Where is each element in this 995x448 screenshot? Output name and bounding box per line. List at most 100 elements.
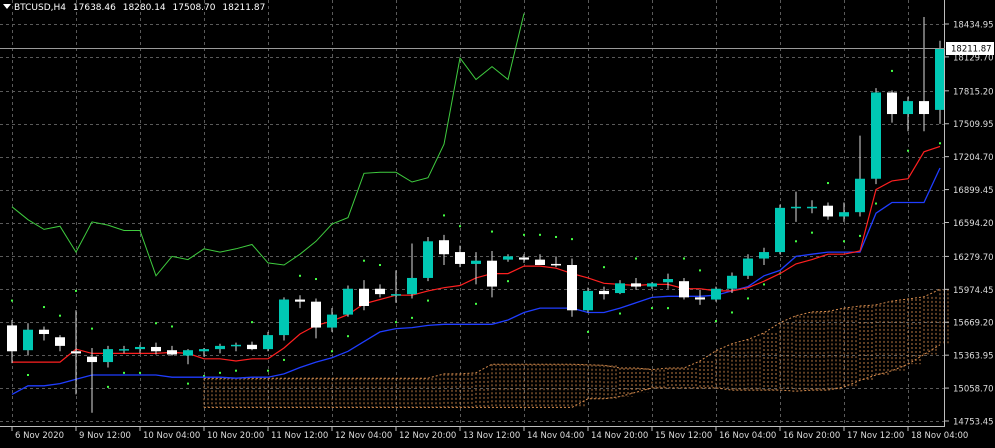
candle-body (7, 325, 17, 352)
candle-body (759, 252, 769, 259)
sar-dot (667, 307, 669, 310)
candle (679, 277, 689, 300)
chart-header: BTCUSD,H4 17638.46 18280.14 17508.70 182… (3, 3, 265, 13)
candle-body (695, 297, 705, 300)
time-tick-label: 16 Nov 20:00 (783, 431, 840, 441)
sar-dot (347, 335, 349, 338)
time-tick-label: 11 Nov 12:00 (271, 431, 328, 441)
candle-body (647, 283, 657, 287)
candle-body (263, 335, 273, 350)
header-high: 18280.14 (123, 3, 166, 13)
sar-dot (715, 320, 717, 323)
chart-window[interactable]: 18434.95 18129.70 17815.20 17509.95 17204.70… (0, 0, 995, 444)
price-tick-label: 15363.95 (953, 352, 994, 362)
candle-body (855, 178, 865, 213)
sar-dot (363, 259, 365, 262)
time-tick-label: 16 Nov 04:00 (719, 431, 776, 441)
sar-dot (491, 230, 493, 233)
sar-dot (411, 316, 413, 319)
price-tick-label: 15669.20 (953, 319, 994, 329)
time-tick-label: 17 Nov 12:00 (847, 431, 904, 441)
sar-dot (619, 312, 621, 315)
sar-dot (651, 307, 653, 310)
candle-body (279, 299, 289, 336)
candle-body (39, 329, 49, 335)
price-tick-label: 15058.70 (953, 385, 994, 395)
sar-dot (795, 240, 797, 243)
candle-body (503, 256, 513, 260)
sar-dot (427, 299, 429, 302)
sar-dot (539, 233, 541, 236)
sar-dot (827, 182, 829, 185)
price-tick-label: 17204.70 (953, 153, 994, 163)
price-tick-label: 15974.45 (953, 286, 994, 296)
price-tick-label: 18434.95 (953, 21, 994, 31)
sar-dot (395, 321, 397, 324)
candle-body (519, 257, 529, 260)
candle-body (711, 288, 721, 300)
sar-dot (859, 234, 861, 237)
candle-body (599, 290, 609, 295)
candle-body (919, 101, 929, 115)
sar-dot (731, 311, 733, 314)
price-tick-label: 17509.95 (953, 120, 994, 130)
candle-body (727, 275, 737, 289)
candle-body (295, 299, 305, 302)
sar-dot (875, 202, 877, 205)
sar-dot (91, 327, 93, 330)
sar-dot (603, 266, 605, 269)
candle-body (231, 344, 241, 347)
chart-background (0, 0, 995, 444)
sar-dot (907, 149, 909, 152)
candle-body (455, 252, 465, 264)
candle-body (551, 263, 561, 266)
sar-dot (811, 231, 813, 234)
time-tick-label: 13 Nov 12:00 (463, 431, 520, 441)
candle-body (567, 265, 577, 311)
candle-body (87, 356, 97, 363)
sar-dot (459, 225, 461, 228)
time-tick-label: 14 Nov 04:00 (527, 431, 584, 441)
candle-body (103, 349, 113, 363)
sar-dot (635, 257, 637, 260)
sar-dot (107, 385, 109, 388)
sar-dot (43, 306, 45, 309)
candle-body (743, 258, 753, 276)
header-low: 17508.70 (173, 3, 216, 13)
time-tick-label: 10 Nov 04:00 (143, 431, 200, 441)
sar-dot (555, 235, 557, 238)
candle-body (439, 240, 449, 255)
sar-dot (267, 369, 269, 372)
header-symbol: BTCUSD,H4 (14, 3, 66, 13)
candle-body (183, 350, 193, 356)
time-tick-label: 9 Nov 12:00 (79, 431, 131, 441)
candle-body (791, 206, 801, 209)
sar-dot (315, 278, 317, 281)
header-text: BTCUSD,H4 17638.46 18280.14 17508.70 182… (14, 3, 265, 13)
candle-body (887, 92, 897, 115)
time-tick-label: 12 Nov 20:00 (399, 431, 456, 441)
candle-body (343, 288, 353, 315)
sar-dot (699, 269, 701, 272)
sar-dot (11, 299, 13, 302)
price-tick-label: 16594.20 (953, 219, 994, 229)
candle-body (487, 260, 497, 287)
price-tick-label: 16279.70 (953, 253, 994, 263)
candle-body (375, 288, 385, 295)
candle-body (471, 260, 481, 264)
sar-dot (283, 358, 285, 361)
sar-dot (523, 233, 525, 236)
sar-dot (507, 280, 509, 283)
candle (711, 286, 721, 302)
candle-body (679, 281, 689, 298)
sar-dot (219, 371, 221, 374)
sar-dot (59, 314, 61, 317)
price-chart[interactable]: 18434.9518129.7017815.2017509.9517204.70… (0, 0, 995, 444)
time-tick-label: 10 Nov 20:00 (207, 431, 264, 441)
candle-body (823, 205, 833, 217)
candle-body (807, 206, 817, 209)
time-tick-label: 14 Nov 20:00 (591, 431, 648, 441)
sar-dot (587, 330, 589, 333)
candle-body (215, 345, 225, 350)
candle-body (311, 301, 321, 328)
